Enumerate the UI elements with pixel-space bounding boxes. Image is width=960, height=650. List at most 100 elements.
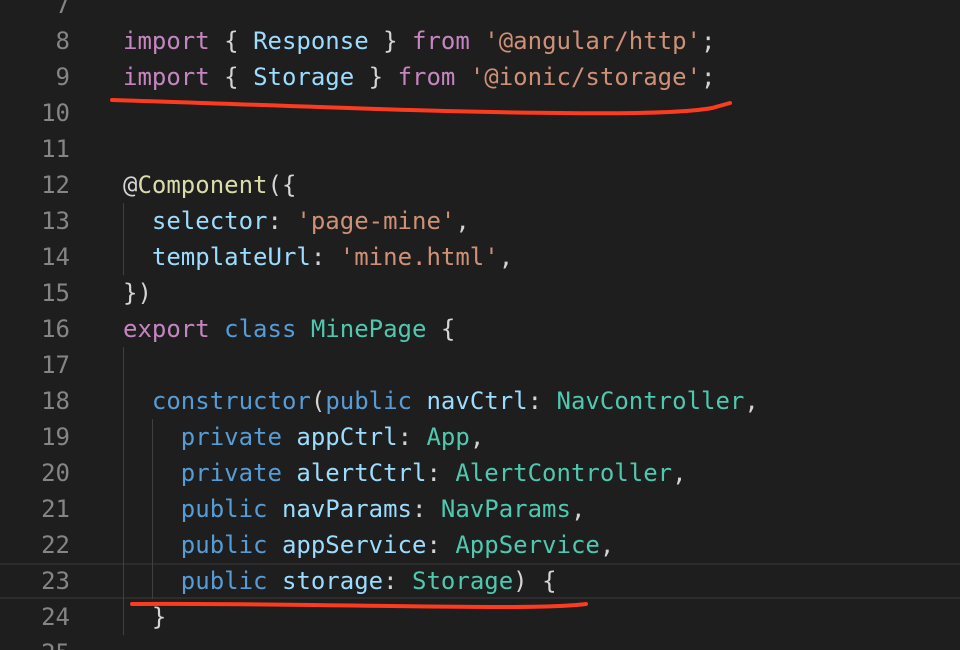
code-token: }	[368, 27, 413, 55]
code-token: {	[426, 315, 456, 343]
code-token: Storage	[412, 567, 514, 595]
line-number: 19	[41, 423, 70, 451]
line-code: private appCtrl: App,	[123, 419, 484, 455]
code-token: NavController	[556, 387, 745, 415]
code-token: private	[180, 459, 282, 487]
code-token: export	[123, 315, 210, 343]
line-number: 13	[41, 207, 70, 235]
code-token: '@ionic/storage'	[469, 63, 702, 91]
code-line-25[interactable]: 25	[0, 635, 960, 650]
code-token: :	[412, 495, 441, 523]
code-line-12[interactable]: 12 @Component({	[0, 167, 960, 203]
line-code: selector: 'page-mine',	[123, 203, 470, 239]
code-token: AlertController	[455, 459, 673, 487]
line-number: 20	[41, 459, 70, 487]
code-token: public	[180, 495, 268, 523]
line-code: import { Storage } from '@ionic/storage'…	[123, 59, 715, 95]
line-number: 16	[41, 315, 70, 343]
code-token: navCtrl	[426, 387, 528, 415]
code-line-11[interactable]: 11	[0, 131, 960, 167]
code-line-20[interactable]: 20 private alertCtrl: AlertController,	[0, 455, 960, 491]
indent-guide	[123, 347, 124, 383]
line-code: private alertCtrl: AlertController,	[123, 455, 687, 491]
line-code: })	[123, 275, 152, 311]
code-token: }	[354, 63, 398, 91]
line-code: templateUrl: 'mine.html',	[123, 239, 513, 275]
code-token: 'page-mine'	[296, 207, 456, 235]
code-token: Response	[253, 27, 369, 55]
code-token: (	[310, 387, 326, 415]
line-code: public storage: Storage) {	[123, 563, 557, 599]
code-line-16[interactable]: 16 export class MinePage {	[0, 311, 960, 347]
code-token: public	[180, 531, 268, 559]
code-token: }	[123, 603, 167, 631]
code-token: storage	[281, 567, 384, 595]
code-line-9[interactable]: 9 import { Storage } from '@ionic/storage…	[0, 59, 960, 95]
code-token: constructor	[151, 387, 311, 415]
code-token: :	[267, 207, 297, 235]
code-line-18[interactable]: 18 constructor(public navCtrl: NavContro…	[0, 383, 960, 419]
code-line-10[interactable]: 10	[0, 95, 960, 131]
code-token: @	[123, 171, 138, 199]
code-token: })	[123, 279, 152, 307]
line-code: export class MinePage {	[123, 311, 455, 347]
code-token: NavParams	[440, 495, 571, 523]
code-line-17[interactable]: 17	[0, 347, 960, 383]
code-token: ,	[599, 531, 615, 559]
code-token: import	[123, 63, 210, 91]
line-number: 11	[41, 135, 70, 163]
code-token: ,	[498, 243, 514, 271]
code-line-22[interactable]: 22 public appService: AppService,	[0, 527, 960, 563]
line-number: 8	[55, 27, 70, 55]
code-editor[interactable]: 7 8 import { Response } from '@angular/htt…	[0, 0, 960, 650]
code-line-8[interactable]: 8 import { Response } from '@angular/http…	[0, 23, 960, 59]
code-token: :	[397, 423, 427, 451]
line-code: public navParams: NavParams,	[123, 491, 586, 527]
code-line-7[interactable]: 7	[0, 0, 960, 23]
code-lines: 7 8 import { Response } from '@angular/htt…	[0, 0, 960, 650]
code-token: '@angular/http'	[484, 27, 702, 55]
code-line-24[interactable]: 24 }	[0, 599, 960, 635]
code-token: from	[397, 63, 456, 91]
code-line-14[interactable]: 14 templateUrl: 'mine.html',	[0, 239, 960, 275]
code-line-19[interactable]: 19 private appCtrl: App,	[0, 419, 960, 455]
code-token: App	[426, 423, 470, 451]
code-token: ({	[267, 171, 297, 199]
code-token: {	[209, 27, 254, 55]
code-token: alertCtrl	[296, 459, 427, 487]
code-token: Storage	[253, 63, 355, 91]
code-token: :	[527, 387, 557, 415]
code-token: public	[325, 387, 413, 415]
code-token: class	[224, 315, 297, 343]
code-token: :	[383, 567, 413, 595]
code-line-13[interactable]: 13 selector: 'page-mine',	[0, 203, 960, 239]
code-line-21[interactable]: 21 public navParams: NavParams,	[0, 491, 960, 527]
code-token: :	[426, 459, 456, 487]
code-token: ) {	[513, 567, 557, 595]
line-number: 24	[41, 603, 70, 631]
code-token: Component	[137, 171, 268, 199]
code-line-15[interactable]: 15})	[0, 275, 960, 311]
line-number: 10	[41, 99, 70, 127]
line-number: 21	[41, 495, 70, 523]
code-token: :	[426, 531, 456, 559]
code-token: MinePage	[310, 315, 427, 343]
code-token: selector	[151, 207, 268, 235]
code-token: appService	[281, 531, 427, 559]
line-code: import { Response } from '@angular/http'…	[123, 23, 715, 59]
code-line-23[interactable]: 23 public storage: Storage) {	[0, 563, 960, 599]
